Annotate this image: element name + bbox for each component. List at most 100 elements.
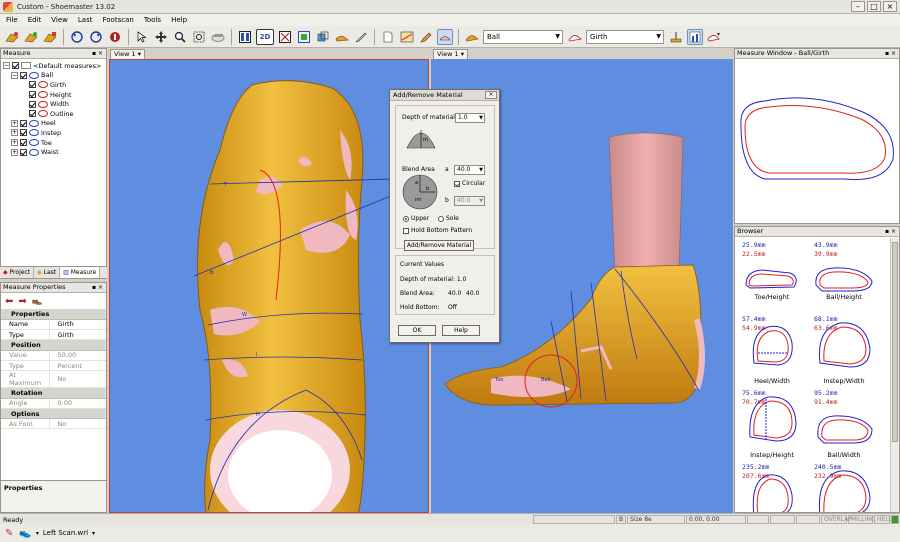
tree-item-waist[interactable]: + Waist — [3, 147, 104, 157]
maximize-button[interactable]: □ — [867, 1, 881, 12]
select-pointer-icon[interactable] — [134, 29, 150, 45]
left-viewport[interactable]: T B W I H — [109, 59, 429, 513]
tree-item-instep[interactable]: + Instep — [3, 128, 104, 138]
measure-ruler-icon[interactable] — [668, 29, 684, 45]
help-button[interactable]: Help — [442, 325, 480, 336]
menu-file[interactable]: File — [6, 16, 18, 24]
browser-cell-instep-width[interactable]: 68.1mm 63.6mm Instep/Width — [810, 315, 880, 387]
chart-tool-icon[interactable] — [687, 28, 703, 45]
measure-combo[interactable]: Ball ▼ — [483, 29, 563, 44]
add-remove-material-button[interactable]: Add/Remove Material — [404, 240, 474, 251]
edit-pencil-icon[interactable] — [418, 29, 434, 45]
pan-icon[interactable] — [153, 29, 169, 45]
pin-icon[interactable]: ▪ × — [885, 227, 896, 236]
close-button[interactable]: × — [883, 1, 897, 12]
shoe-tool-icon[interactable] — [334, 29, 350, 45]
girth-checkbox[interactable] — [29, 81, 36, 89]
tree-item-girth[interactable]: Girth — [3, 80, 104, 90]
menu-last[interactable]: Last — [78, 16, 93, 24]
tree-item-height[interactable]: Height — [3, 90, 104, 100]
measure-shoe-icon[interactable] — [464, 29, 480, 45]
prop-row[interactable]: Name Girth — [1, 319, 106, 331]
group-rotation[interactable]: Rotation — [1, 387, 106, 399]
tab-project[interactable]: ◆ Project — [0, 267, 35, 278]
tree-item-ball[interactable]: − Ball — [3, 71, 104, 81]
view-2d-icon[interactable]: 2D — [256, 28, 274, 45]
circular-checkbox[interactable]: Circular — [454, 180, 485, 187]
waist-checkbox[interactable] — [20, 148, 27, 156]
expand-icon[interactable]: + — [11, 129, 18, 137]
tree-item-toe[interactable]: + Toe — [3, 138, 104, 148]
browser-cell-toe-height[interactable]: 25.9mm 22.5mm Toe/Height — [738, 241, 808, 313]
style-combo[interactable]: Girth ▼ — [586, 29, 664, 44]
undo-icon[interactable] — [69, 29, 85, 45]
view-cube-icon[interactable] — [315, 29, 331, 45]
chevron-down-icon[interactable]: ▾ — [92, 530, 95, 537]
tree-root[interactable]: − <Default measures> — [3, 61, 104, 71]
fit-view-icon[interactable] — [277, 29, 293, 45]
group-properties[interactable]: Properties — [1, 309, 106, 320]
toe-checkbox[interactable] — [20, 139, 27, 147]
instep-checkbox[interactable] — [20, 129, 27, 137]
height-checkbox[interactable] — [29, 91, 36, 99]
root-checkbox[interactable] — [12, 62, 19, 70]
tab-last[interactable]: ◆ Last — [34, 267, 61, 278]
group-options[interactable]: Options — [1, 408, 106, 420]
arrow-left-icon[interactable]: ⬅ — [5, 296, 13, 307]
save-last-icon[interactable] — [42, 29, 58, 45]
tree-item-heel[interactable]: + Heel — [3, 119, 104, 129]
pin-icon[interactable]: ▪ × — [92, 49, 103, 58]
heel-checkbox[interactable] — [20, 119, 27, 127]
expand-icon[interactable]: + — [11, 148, 18, 156]
prop-value[interactable]: Girth — [49, 329, 106, 341]
flatten-tool-icon[interactable] — [399, 29, 415, 45]
hold-bottom-checkbox[interactable]: Hold Bottom Pattern — [403, 227, 472, 234]
browser-cell-length[interactable]: 235.2mm 207.6mm — [738, 463, 808, 512]
scrollbar-thumb[interactable] — [892, 242, 898, 442]
girth-shoe-icon[interactable] — [567, 29, 583, 45]
select-box-icon[interactable] — [296, 29, 312, 45]
browser-cell-ball-width[interactable]: 95.2mm 91.4mm Ball/Width — [810, 389, 880, 461]
pin-icon[interactable]: ▪ × — [885, 49, 896, 58]
width-checkbox[interactable] — [29, 100, 36, 108]
browser-cell-ball-height[interactable]: 43.9mm 39.9mm Ball/Height — [810, 241, 880, 313]
ok-button[interactable]: OK — [398, 325, 436, 336]
group-position[interactable]: Position — [1, 339, 106, 351]
tree-item-width[interactable]: Width — [3, 99, 104, 109]
zoom-icon[interactable] — [172, 29, 188, 45]
expand-icon[interactable]: + — [11, 119, 18, 127]
depth-combo[interactable]: 1.0 ▼ — [455, 113, 485, 123]
rotate-view-icon[interactable] — [210, 29, 226, 45]
tab-measure[interactable]: ▥ Measure — [60, 267, 101, 278]
collapse-icon[interactable]: − — [3, 62, 10, 70]
sole-radio[interactable]: Sole — [438, 215, 459, 222]
shoe-properties-icon[interactable]: 👞 — [32, 296, 43, 306]
redo-icon[interactable] — [88, 29, 104, 45]
menu-tools[interactable]: Tools — [144, 16, 161, 24]
ball-checkbox[interactable] — [20, 71, 27, 79]
collapse-icon[interactable]: − — [11, 71, 18, 79]
browser-scrollbar[interactable] — [890, 238, 899, 512]
dialog-close-icon[interactable]: × — [485, 91, 497, 99]
browser-cell-instep-height[interactable]: 75.6mm 70.7mm Instep/Height — [738, 389, 808, 461]
scan-file-icon[interactable]: 👟 — [19, 528, 31, 539]
browser-cell-girth[interactable]: 240.5mm 232.9mm — [810, 463, 880, 512]
expand-icon[interactable]: + — [11, 139, 18, 147]
tree-item-outline[interactable]: Outline — [3, 109, 104, 119]
outline-checkbox[interactable] — [29, 110, 36, 118]
arrow-right-icon[interactable]: ➡ — [18, 296, 26, 307]
a-combo[interactable]: 40.0 ▼ — [454, 165, 485, 175]
menu-view[interactable]: View — [51, 16, 68, 24]
new-page-icon[interactable] — [380, 29, 396, 45]
pin-icon[interactable]: ▪ × — [92, 283, 103, 292]
browser-cell-heel-width[interactable]: 57.4mm 54.9mm Heel/Width — [738, 315, 808, 387]
menu-footscan[interactable]: Footscan — [103, 16, 134, 24]
last-file-icon[interactable]: ✎ — [5, 528, 13, 539]
pen-tool-icon[interactable] — [353, 29, 369, 45]
chevron-down-icon[interactable]: ▾ — [36, 530, 39, 537]
menu-help[interactable]: Help — [171, 16, 187, 24]
minimize-button[interactable]: – — [851, 1, 865, 12]
stop-icon[interactable] — [107, 29, 123, 45]
upper-radio[interactable]: Upper — [403, 215, 429, 222]
add-material-icon[interactable] — [437, 28, 453, 45]
